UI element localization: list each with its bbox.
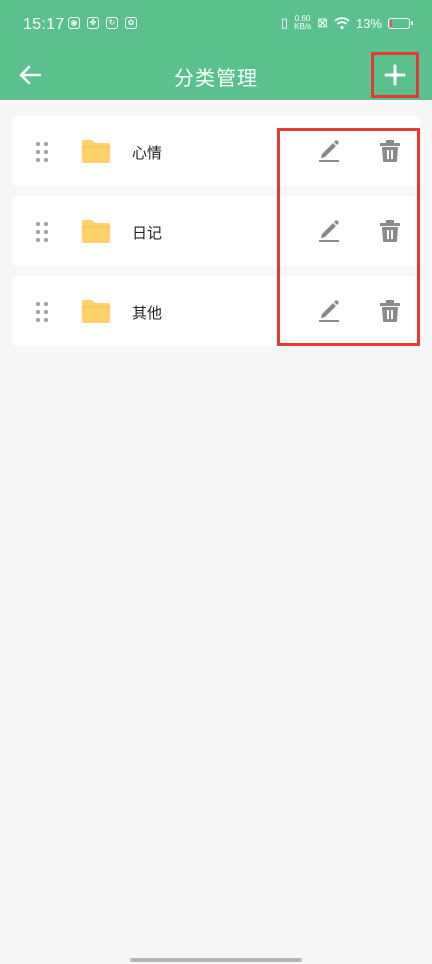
delete-button[interactable] xyxy=(378,139,402,163)
sim-off-icon: ⊠ xyxy=(317,15,328,30)
add-category-button[interactable] xyxy=(371,52,419,98)
category-label: 心情 xyxy=(132,144,163,162)
edit-button[interactable] xyxy=(316,299,342,323)
wifi-icon xyxy=(334,16,350,29)
app-bar: 分类管理 xyxy=(0,50,432,100)
page-title: 分类管理 xyxy=(174,66,258,90)
app-notification-icon: ◉ xyxy=(68,17,80,29)
status-time: 15:17 xyxy=(23,16,65,33)
battery-icon xyxy=(388,17,413,29)
notification-icons: ◉ ✤ ↻ ✿ xyxy=(68,17,137,29)
category-label: 日记 xyxy=(132,224,163,242)
gallery-icon: ✿ xyxy=(125,17,137,29)
folder-icon xyxy=(82,300,110,323)
edit-button[interactable] xyxy=(316,219,342,243)
drag-handle-icon[interactable] xyxy=(34,141,50,163)
edit-button[interactable] xyxy=(316,139,342,163)
category-label: 其他 xyxy=(132,304,163,322)
category-row[interactable]: 日记 xyxy=(12,196,420,266)
drag-handle-icon[interactable] xyxy=(34,221,50,243)
battery-percent: 13% xyxy=(355,15,382,31)
network-speed: 0.60 KB/s xyxy=(294,15,311,31)
delete-button[interactable] xyxy=(378,219,402,243)
sync-icon: ↻ xyxy=(106,17,118,29)
network-speed-unit: KB/s xyxy=(294,22,312,31)
category-row[interactable]: 心情 xyxy=(12,116,420,186)
folder-icon xyxy=(82,220,110,243)
battery-level-fill xyxy=(390,19,392,27)
status-bar: 15:17 ◉ ✤ ↻ ✿ ▯ 0.60 KB/s ⊠ 13% xyxy=(0,0,432,50)
plus-icon xyxy=(384,64,406,86)
system-status-icons: ▯ 0.60 KB/s ⊠ 13% xyxy=(281,15,413,31)
home-indicator[interactable] xyxy=(130,958,302,962)
drag-handle-icon[interactable] xyxy=(34,301,50,323)
fan-icon: ✤ xyxy=(87,17,99,29)
delete-button[interactable] xyxy=(378,299,402,323)
vibrate-icon: ▯ xyxy=(281,15,289,30)
folder-icon xyxy=(82,140,110,163)
category-row[interactable]: 其他 xyxy=(12,276,420,346)
